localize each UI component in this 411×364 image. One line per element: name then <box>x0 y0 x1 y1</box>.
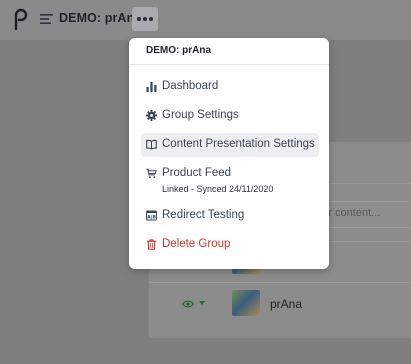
cart-icon <box>146 168 157 179</box>
divider <box>149 282 411 283</box>
book-open-icon <box>146 139 157 150</box>
trash-icon <box>146 239 157 250</box>
dropdown-header: DEMO: prAna <box>146 45 211 56</box>
more-dot <box>149 17 153 21</box>
menu-item-label: Content Presentation Settings <box>162 138 315 150</box>
menu-item-label: Group Settings <box>162 109 239 121</box>
svg-text:A|B: A|B <box>147 215 156 221</box>
menu-item-redirect-testing[interactable]: A|B Redirect Testing <box>141 204 319 228</box>
menu-item-label: Delete Group <box>162 238 231 250</box>
menu-item-dashboard[interactable]: Dashboard <box>141 75 319 99</box>
menu-item-delete-group[interactable]: Delete Group <box>141 233 319 257</box>
eye-icon[interactable] <box>182 300 194 308</box>
product-feed-status: Linked - Synced 24/11/2020 <box>162 184 274 194</box>
bar-chart-icon <box>146 82 157 92</box>
menu-item-content-presentation-settings[interactable]: Content Presentation Settings <box>141 133 319 157</box>
top-bar: DEMO: prAna <box>0 0 411 40</box>
app-logo-icon[interactable] <box>12 7 28 31</box>
group-title[interactable]: DEMO: prAna <box>59 11 141 25</box>
more-dot <box>137 17 141 21</box>
content-thumbnail[interactable] <box>232 290 260 316</box>
menu-item-label: Redirect Testing <box>162 209 245 221</box>
menu-item-group-settings[interactable]: Group Settings <box>141 104 319 128</box>
row-title[interactable]: prAna <box>270 297 302 311</box>
dropdown-separator <box>129 64 329 65</box>
more-options-button[interactable] <box>132 7 158 31</box>
menu-item-product-feed[interactable]: Product Feed <box>141 162 319 186</box>
more-dot <box>143 17 147 21</box>
gear-icon <box>146 110 157 121</box>
group-options-dropdown: DEMO: prAna Dashboard Group Settings Con… <box>129 38 329 269</box>
chevron-down-icon[interactable] <box>199 301 205 305</box>
ab-test-icon: A|B <box>146 210 157 221</box>
menu-item-label: Dashboard <box>162 80 219 92</box>
menu-icon[interactable] <box>40 13 53 25</box>
menu-item-label: Product Feed <box>162 167 232 179</box>
